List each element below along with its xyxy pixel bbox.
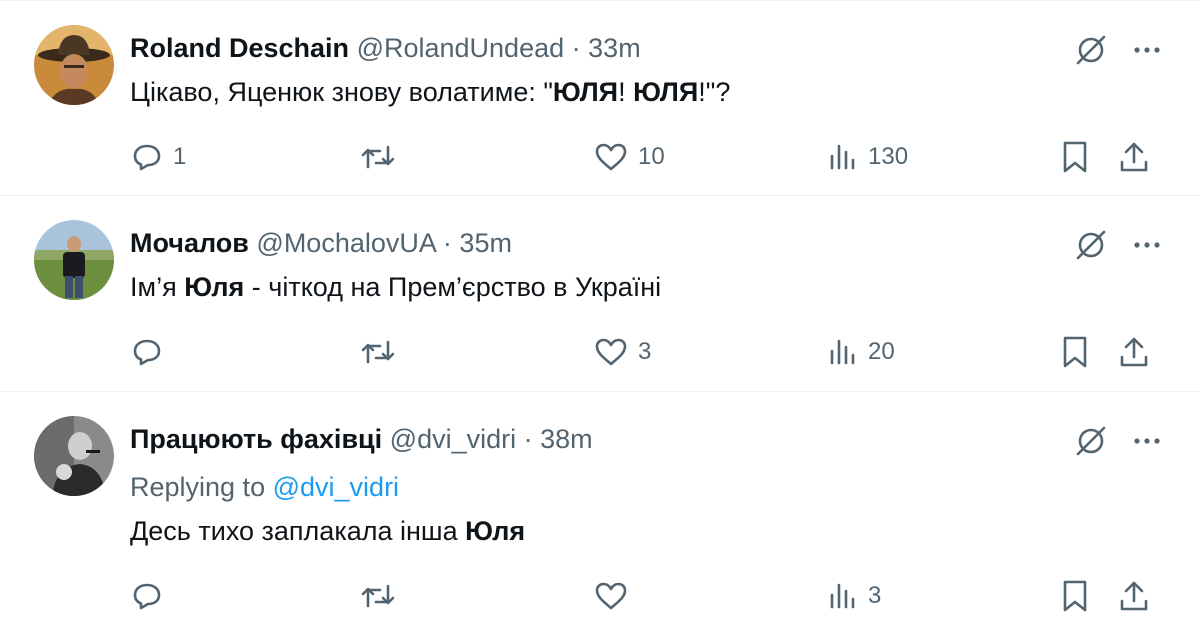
text-segment: !: [618, 77, 634, 107]
views-button[interactable]: 20: [828, 332, 895, 372]
view-count: 3: [868, 582, 882, 609]
tweet-header: Працюють фахівці @dvi_vidri · 38m: [130, 422, 593, 456]
avatar[interactable]: [34, 416, 114, 496]
bookmark-icon: [1061, 140, 1089, 174]
text-segment-bold: Юля: [465, 516, 526, 546]
reply-thread: Roland Deschain @RolandUndead · 33m Ціка…: [0, 0, 1200, 637]
avatar[interactable]: [34, 25, 114, 105]
share-button[interactable]: [1118, 332, 1150, 372]
bookmark-button[interactable]: [1061, 137, 1089, 177]
views-chart-icon: [828, 142, 858, 172]
text-segment: Цікаво, Яценюк знову волатиме: ": [130, 77, 553, 107]
share-icon: [1118, 140, 1150, 174]
timestamp[interactable]: 35m: [459, 228, 512, 258]
replying-to: Replying to @dvi_vidri: [130, 470, 399, 504]
more-horizontal-icon[interactable]: [1134, 46, 1160, 54]
reply-bubble-icon: [131, 336, 163, 368]
reply-button[interactable]: [131, 576, 173, 616]
retweet-icon: [360, 141, 396, 173]
text-segment: !"?: [698, 77, 731, 107]
separator-dot: ·: [442, 228, 452, 258]
reply-button[interactable]: [131, 332, 173, 372]
like-count: 10: [638, 143, 665, 170]
timestamp[interactable]: 38m: [540, 424, 593, 454]
retweet-icon: [360, 580, 396, 612]
text-segment: Ім’я: [130, 272, 185, 302]
retweet-button[interactable]: [360, 332, 406, 372]
tweet-text: Ім’я Юля - чіткод на Прем’єрство в Украї…: [130, 270, 661, 304]
tweet[interactable]: Працюють фахівці @dvi_vidri · 38m Replyi…: [0, 392, 1200, 637]
tweet-header: Мочалов @MochalovUA · 35m: [130, 226, 512, 260]
more-horizontal-icon[interactable]: [1134, 437, 1160, 445]
bookmark-icon: [1061, 335, 1089, 369]
circle-slash-icon[interactable]: [1074, 424, 1108, 458]
views-chart-icon: [828, 337, 858, 367]
tweet-actions: 3 20: [0, 332, 1200, 372]
tweet-top-actions: [1074, 424, 1160, 458]
tweet[interactable]: Мочалов @MochalovUA · 35m Ім’я Юля - чіт…: [0, 196, 1200, 392]
author-name[interactable]: Мочалов: [130, 228, 249, 258]
tweet-text: Цікаво, Яценюк знову волатиме: "ЮЛЯ! ЮЛЯ…: [130, 75, 730, 109]
bookmark-icon: [1061, 579, 1089, 613]
circle-slash-icon[interactable]: [1074, 33, 1108, 67]
replying-to-label: Replying to: [130, 472, 266, 502]
tweet-actions: 1 10 130: [0, 137, 1200, 177]
view-count: 130: [868, 143, 909, 170]
timestamp[interactable]: 33m: [588, 33, 641, 63]
tweet-text: Десь тихо заплакала інша Юля: [130, 514, 525, 548]
avatar[interactable]: [34, 220, 114, 300]
tweet-actions: 3: [0, 576, 1200, 616]
like-button[interactable]: 10: [594, 137, 665, 177]
author-handle[interactable]: @RolandUndead: [357, 33, 565, 63]
share-button[interactable]: [1118, 576, 1150, 616]
heart-icon: [594, 336, 628, 368]
retweet-button[interactable]: [360, 576, 406, 616]
bookmark-button[interactable]: [1061, 576, 1089, 616]
share-icon: [1118, 579, 1150, 613]
views-chart-icon: [828, 581, 858, 611]
tweet-top-actions: [1074, 228, 1160, 262]
retweet-icon: [360, 336, 396, 368]
text-segment: - чіткод на Прем’єрство в Україні: [244, 272, 662, 302]
views-button[interactable]: 130: [828, 137, 908, 177]
more-horizontal-icon[interactable]: [1134, 241, 1160, 249]
author-handle[interactable]: @MochalovUA: [256, 228, 435, 258]
reply-button[interactable]: 1: [131, 137, 186, 177]
separator-dot: ·: [571, 33, 581, 63]
tweet-top-actions: [1074, 33, 1160, 67]
text-segment-bold: Юля: [184, 272, 245, 302]
heart-icon: [594, 141, 628, 173]
text-segment-bold: ЮЛЯ: [633, 77, 699, 107]
like-button[interactable]: [594, 576, 638, 616]
reply-bubble-icon: [131, 580, 163, 612]
bookmark-button[interactable]: [1061, 332, 1089, 372]
like-count: 3: [638, 338, 652, 365]
heart-icon: [594, 580, 628, 612]
views-button[interactable]: 3: [828, 576, 881, 616]
reply-bubble-icon: [131, 141, 163, 173]
author-name[interactable]: Roland Deschain: [130, 33, 349, 63]
share-button[interactable]: [1118, 137, 1150, 177]
reply-count: 1: [173, 143, 187, 170]
like-button[interactable]: 3: [594, 332, 651, 372]
text-segment: Десь тихо заплакала інша: [130, 516, 466, 546]
tweet-header: Roland Deschain @RolandUndead · 33m: [130, 31, 641, 65]
author-handle[interactable]: @dvi_vidri: [390, 424, 516, 454]
separator-dot: ·: [523, 424, 533, 454]
tweet[interactable]: Roland Deschain @RolandUndead · 33m Ціка…: [0, 0, 1200, 196]
retweet-button[interactable]: [360, 137, 406, 177]
author-name[interactable]: Працюють фахівці: [130, 424, 382, 454]
circle-slash-icon[interactable]: [1074, 228, 1108, 262]
replying-to-mention[interactable]: @dvi_vidri: [273, 472, 399, 502]
text-segment-bold: ЮЛЯ: [552, 77, 619, 107]
share-icon: [1118, 335, 1150, 369]
view-count: 20: [868, 338, 895, 365]
